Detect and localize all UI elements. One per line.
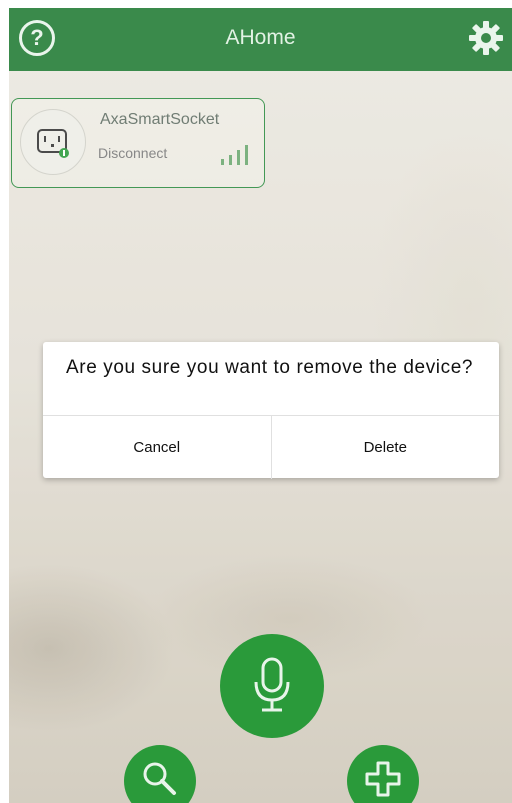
dialog-message: Are you sure you want to remove the devi… [66,357,474,378]
plus-icon [365,761,401,797]
cancel-button[interactable]: Cancel [43,416,272,479]
delete-button[interactable]: Delete [272,416,500,479]
search-icon [143,762,176,795]
voice-button[interactable] [220,634,324,738]
dialog-actions: Cancel Delete [43,415,499,479]
app-screen: ? AHome AxaSmartSocket Disconnect Are yo… [9,8,512,803]
remove-device-dialog: Are you sure you want to remove the devi… [43,342,499,479]
microphone-icon [254,657,290,712]
